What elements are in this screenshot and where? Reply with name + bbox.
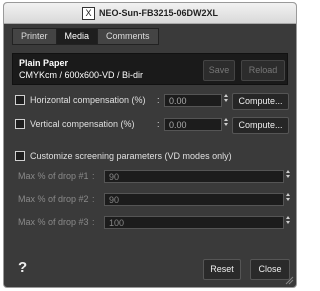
drop-3-input[interactable]: 100 xyxy=(104,216,284,229)
horizontal-compensation-label: Horizontal compensation (%) xyxy=(30,95,146,105)
save-button[interactable]: Save xyxy=(203,60,235,81)
spin-down-icon xyxy=(285,221,290,224)
customize-screening-label: Customize screening parameters (VD modes… xyxy=(30,151,232,161)
help-button[interactable]: ? xyxy=(18,259,27,276)
drop-1-input[interactable]: 90 xyxy=(104,170,284,183)
horizontal-compensation-input[interactable]: 0.00 xyxy=(164,94,222,107)
colon: : xyxy=(92,194,95,204)
drop-3-label: Max % of drop #3 xyxy=(18,217,89,227)
colon: : xyxy=(92,217,95,227)
paper-description: CMYKcm / 600x600-VD / Bi-dir xyxy=(19,70,144,80)
spin-down-icon xyxy=(223,123,228,126)
paper-name: Plain Paper xyxy=(19,58,69,68)
drop-2-spinner[interactable] xyxy=(285,192,290,205)
vertical-compute-button[interactable]: Compute... xyxy=(232,117,289,134)
colon: : xyxy=(92,171,95,181)
x11-logo-icon: X xyxy=(81,6,95,20)
tab-printer[interactable]: Printer xyxy=(12,28,57,45)
horizontal-compensation-checkbox[interactable] xyxy=(15,95,25,105)
vertical-compensation-input[interactable]: 0.00 xyxy=(164,118,222,131)
vertical-compensation-row: Vertical compensation (%) xyxy=(15,119,135,129)
spin-up-icon xyxy=(223,94,228,97)
spin-up-icon xyxy=(285,216,290,219)
spin-up-icon xyxy=(285,170,290,173)
vertical-spinner[interactable] xyxy=(223,117,228,130)
media-header: Plain Paper CMYKcm / 600x600-VD / Bi-dir… xyxy=(12,53,288,85)
screening-row: Customize screening parameters (VD modes… xyxy=(15,151,232,161)
horizontal-spinner[interactable] xyxy=(223,93,228,106)
drop-1-label: Max % of drop #1 xyxy=(18,171,89,181)
spin-down-icon xyxy=(223,99,228,102)
window: X NEO-Sun-FB3215-06DW2XL Printer Media C… xyxy=(3,2,297,288)
tab-bar: Printer Media Comments xyxy=(12,28,159,45)
vertical-compensation-label: Vertical compensation (%) xyxy=(30,119,135,129)
reset-button[interactable]: Reset xyxy=(203,259,241,280)
spin-down-icon xyxy=(285,175,290,178)
customize-screening-checkbox[interactable] xyxy=(15,151,25,161)
drop-2-label: Max % of drop #2 xyxy=(18,194,89,204)
horizontal-compensation-row: Horizontal compensation (%) xyxy=(15,95,146,105)
title-bar: X NEO-Sun-FB3215-06DW2XL xyxy=(4,3,296,24)
resize-grip-icon[interactable] xyxy=(284,275,294,285)
window-title: NEO-Sun-FB3215-06DW2XL xyxy=(98,8,219,18)
reload-button[interactable]: Reload xyxy=(241,60,285,81)
spin-up-icon xyxy=(285,193,290,196)
tab-comments[interactable]: Comments xyxy=(97,28,159,45)
drop-1-spinner[interactable] xyxy=(285,169,290,182)
spin-down-icon xyxy=(285,198,290,201)
drop-2-input[interactable]: 90 xyxy=(104,193,284,206)
drop-3-spinner[interactable] xyxy=(285,215,290,228)
media-panel: Plain Paper CMYKcm / 600x600-VD / Bi-dir… xyxy=(12,45,290,245)
colon: : xyxy=(157,95,160,105)
vertical-compensation-checkbox[interactable] xyxy=(15,119,25,129)
colon: : xyxy=(157,119,160,129)
spin-up-icon xyxy=(223,118,228,121)
horizontal-compute-button[interactable]: Compute... xyxy=(232,93,289,110)
tab-media[interactable]: Media xyxy=(55,28,99,45)
